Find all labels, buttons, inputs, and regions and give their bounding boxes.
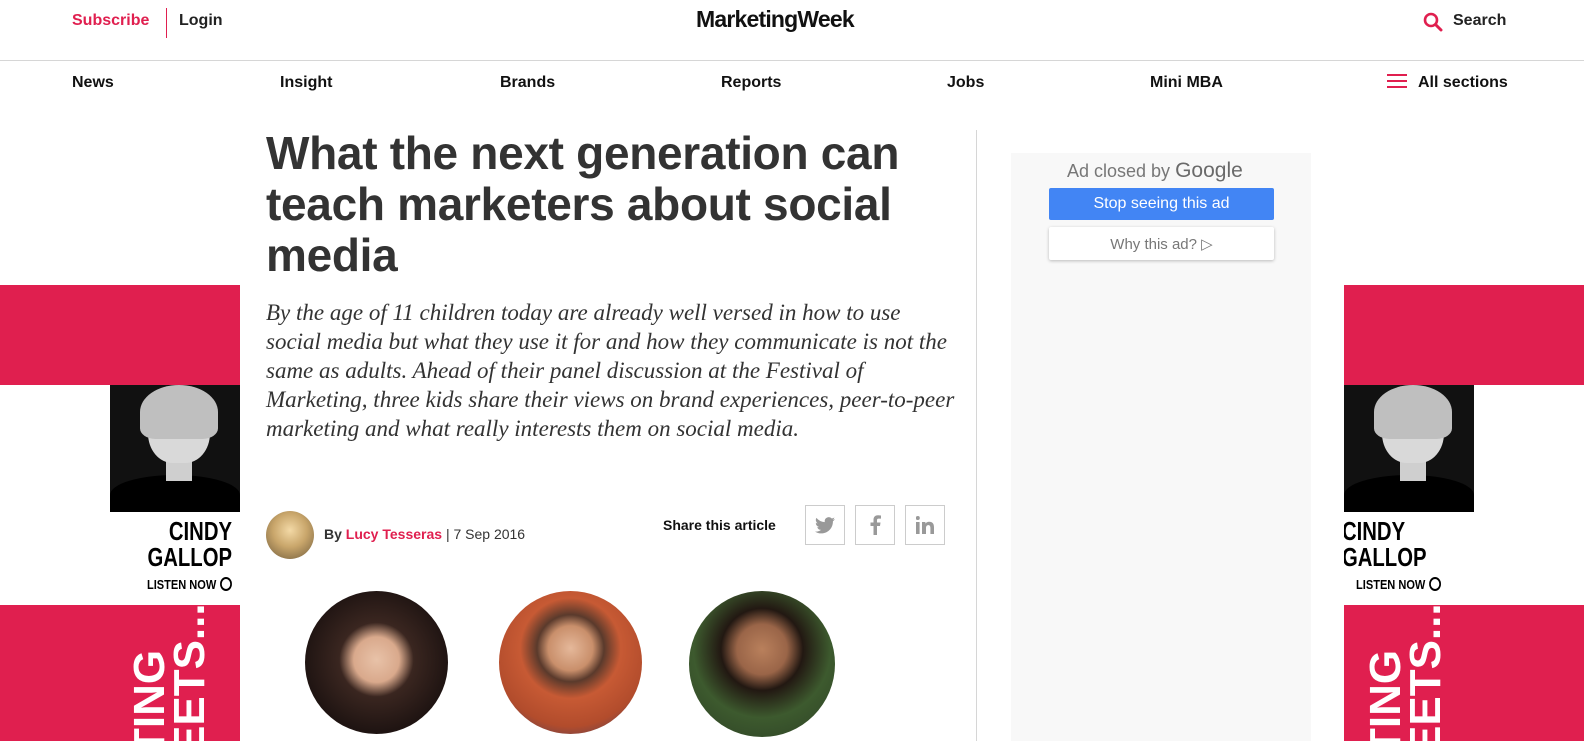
article-standfirst: By the age of 11 children today are alre… bbox=[266, 300, 955, 441]
why-this-ad-button[interactable]: Why this ad? ▷ bbox=[1049, 227, 1274, 260]
podcast-icon bbox=[220, 577, 232, 591]
podcast-icon bbox=[1428, 577, 1441, 591]
ad-portrait bbox=[110, 385, 240, 512]
left-side-ad[interactable]: CINDY GALLOP LISTEN NOW TING EETS... bbox=[0, 285, 240, 741]
ad-closed-by: Ad closed by bbox=[1067, 161, 1171, 181]
share-facebook-button[interactable] bbox=[855, 505, 895, 545]
login-link[interactable]: Login bbox=[179, 12, 223, 30]
ad-name-line2: GALLOP bbox=[147, 542, 232, 572]
ad-closed-label: Ad closed by Google bbox=[1067, 159, 1243, 183]
column-divider bbox=[976, 130, 977, 741]
author-avatar[interactable] bbox=[266, 511, 314, 559]
search-icon[interactable] bbox=[1423, 12, 1443, 32]
ad-listen-now: LISTEN NOW bbox=[147, 577, 232, 592]
right-side-ad[interactable]: CINDY GALLOP LISTEN NOW TING EETS... bbox=[1344, 285, 1584, 741]
ad-red-bottom: TING EETS... bbox=[0, 605, 240, 741]
site-logo[interactable]: MarketingWeek bbox=[696, 6, 855, 33]
top-bar: Subscribe Login MarketingWeek Search bbox=[0, 0, 1584, 61]
ad-vertical-line2: EETS... bbox=[165, 605, 214, 741]
ad-vertical-text: TING EETS... bbox=[125, 605, 214, 741]
ad-red-block bbox=[1344, 285, 1584, 385]
share-linkedin-button[interactable] bbox=[905, 505, 945, 545]
nav-item-reports[interactable]: Reports bbox=[721, 74, 781, 92]
ad-name-line1: CINDY bbox=[1344, 516, 1406, 546]
header-divider bbox=[166, 8, 167, 38]
ad-listen-now: LISTEN NOW bbox=[1356, 577, 1441, 592]
menu-icon[interactable] bbox=[1387, 74, 1407, 90]
kid-photo-1 bbox=[305, 591, 448, 734]
ad-portrait bbox=[1344, 385, 1474, 512]
author-link[interactable]: Lucy Tesseras bbox=[346, 526, 442, 542]
nav-item-jobs[interactable]: Jobs bbox=[947, 74, 984, 92]
article-headline: What the next generation can teach marke… bbox=[266, 127, 900, 281]
linkedin-icon bbox=[916, 516, 934, 534]
ad-name-line2: GALLOP bbox=[1344, 542, 1427, 572]
byline: By Lucy Tesseras | 7 Sep 2016 bbox=[324, 526, 525, 542]
ad-name-line1: CINDY bbox=[168, 516, 232, 546]
ad-listen-label: LISTEN NOW bbox=[147, 577, 217, 592]
nav-item-news[interactable]: News bbox=[72, 74, 114, 92]
ad-red-bottom: TING EETS... bbox=[1344, 605, 1584, 741]
stop-seeing-ad-button[interactable]: Stop seeing this ad bbox=[1049, 188, 1274, 220]
kid-photo-2 bbox=[499, 591, 642, 734]
share-label: Share this article bbox=[663, 517, 776, 533]
facebook-icon bbox=[870, 515, 881, 535]
ad-vertical-line2: EETS... bbox=[1401, 605, 1450, 741]
nav-item-mini-mba[interactable]: Mini MBA bbox=[1150, 74, 1223, 92]
search-link[interactable]: Search bbox=[1453, 12, 1506, 30]
google-logo: Google bbox=[1175, 159, 1243, 182]
ad-vertical-text: TING EETS... bbox=[1361, 605, 1450, 741]
nav-item-insight[interactable]: Insight bbox=[280, 74, 332, 92]
byline-by: By bbox=[324, 526, 342, 542]
nav-item-all-sections[interactable]: All sections bbox=[1418, 74, 1508, 92]
publish-date: | 7 Sep 2016 bbox=[445, 526, 526, 542]
twitter-icon bbox=[815, 516, 835, 533]
share-twitter-button[interactable] bbox=[805, 505, 845, 545]
ad-listen-label: LISTEN NOW bbox=[1356, 577, 1426, 592]
ad-red-block bbox=[0, 285, 240, 385]
subscribe-link[interactable]: Subscribe bbox=[72, 12, 149, 30]
kid-photo-3 bbox=[689, 591, 835, 737]
nav-item-brands[interactable]: Brands bbox=[500, 74, 555, 92]
